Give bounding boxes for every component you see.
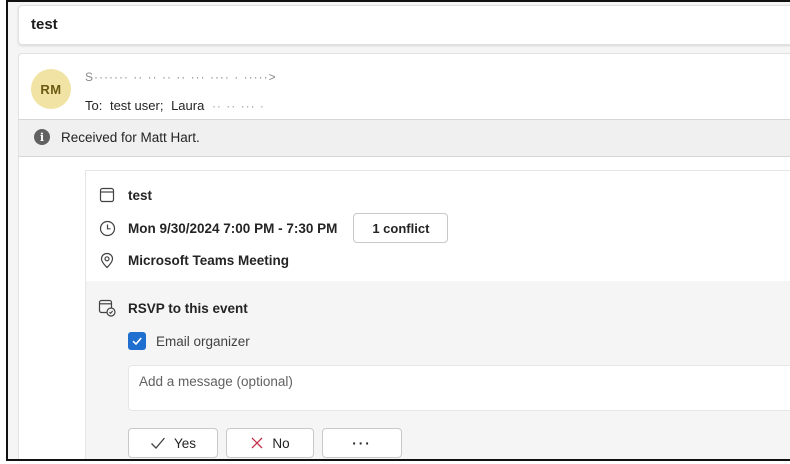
calendar-icon bbox=[98, 186, 116, 204]
info-bar: i Received for Matt Hart. bbox=[19, 119, 790, 157]
accept-button[interactable]: Yes bbox=[128, 428, 218, 458]
recipients-line: To: test user; Laura ·· ·· ··· · bbox=[85, 98, 269, 113]
reading-pane: test RM S······· ·· ·· ·· ·· ··· ···· · … bbox=[6, 0, 790, 461]
rsvp-panel: RSVP to this event Email organizer Yes bbox=[85, 281, 790, 459]
event-title: test bbox=[128, 187, 153, 203]
event-details: test Mon 9/30/2024 7:00 PM - 7:30 PM 1 c… bbox=[85, 170, 790, 281]
event-datetime: Mon 9/30/2024 7:00 PM - 7:30 PM bbox=[128, 220, 338, 236]
rsvp-message-input[interactable] bbox=[128, 365, 790, 411]
to-label: To: bbox=[85, 98, 103, 113]
event-title-row: test bbox=[98, 186, 152, 204]
message-card: RM S······· ·· ·· ·· ·· ··· ···· · ·····… bbox=[18, 53, 790, 459]
event-location: Microsoft Teams Meeting bbox=[128, 252, 290, 268]
checkmark-icon bbox=[150, 436, 166, 450]
more-options-button[interactable]: ··· bbox=[322, 428, 402, 458]
rsvp-buttons: Yes No ··· bbox=[128, 428, 402, 458]
accept-button-label: Yes bbox=[173, 435, 197, 451]
subject-header: test bbox=[18, 5, 790, 45]
conflict-button[interactable]: 1 conflict bbox=[353, 213, 449, 243]
email-organizer-row[interactable]: Email organizer bbox=[128, 332, 250, 350]
email-organizer-label: Email organizer bbox=[156, 333, 250, 349]
checkmark-icon bbox=[132, 337, 142, 346]
clock-icon bbox=[98, 219, 116, 237]
location-pin-icon bbox=[98, 251, 116, 269]
info-icon: i bbox=[34, 129, 50, 145]
recipient-test-user[interactable]: test user; bbox=[110, 98, 163, 113]
recipient-laura[interactable]: Laura bbox=[171, 98, 204, 113]
close-icon bbox=[250, 436, 264, 450]
decline-button[interactable]: No bbox=[226, 428, 314, 458]
rsvp-header: RSVP to this event bbox=[98, 299, 248, 317]
calendar-reply-icon bbox=[98, 299, 116, 317]
email-organizer-checkbox[interactable] bbox=[128, 332, 146, 350]
sender-avatar[interactable]: RM bbox=[31, 69, 71, 109]
event-location-row: Microsoft Teams Meeting bbox=[98, 251, 289, 269]
event-time-row: Mon 9/30/2024 7:00 PM - 7:30 PM 1 confli… bbox=[98, 213, 449, 243]
info-bar-text: Received for Matt Hart. bbox=[61, 130, 200, 145]
decline-button-label: No bbox=[272, 435, 290, 451]
message-subject: test bbox=[31, 16, 58, 33]
rsvp-title: RSVP to this event bbox=[128, 300, 248, 316]
sender-line[interactable]: S······· ·· ·· ·· ·· ··· ···· · ·····> bbox=[85, 70, 277, 84]
recipient-redacted: ·· ·· ··· · bbox=[211, 99, 265, 113]
